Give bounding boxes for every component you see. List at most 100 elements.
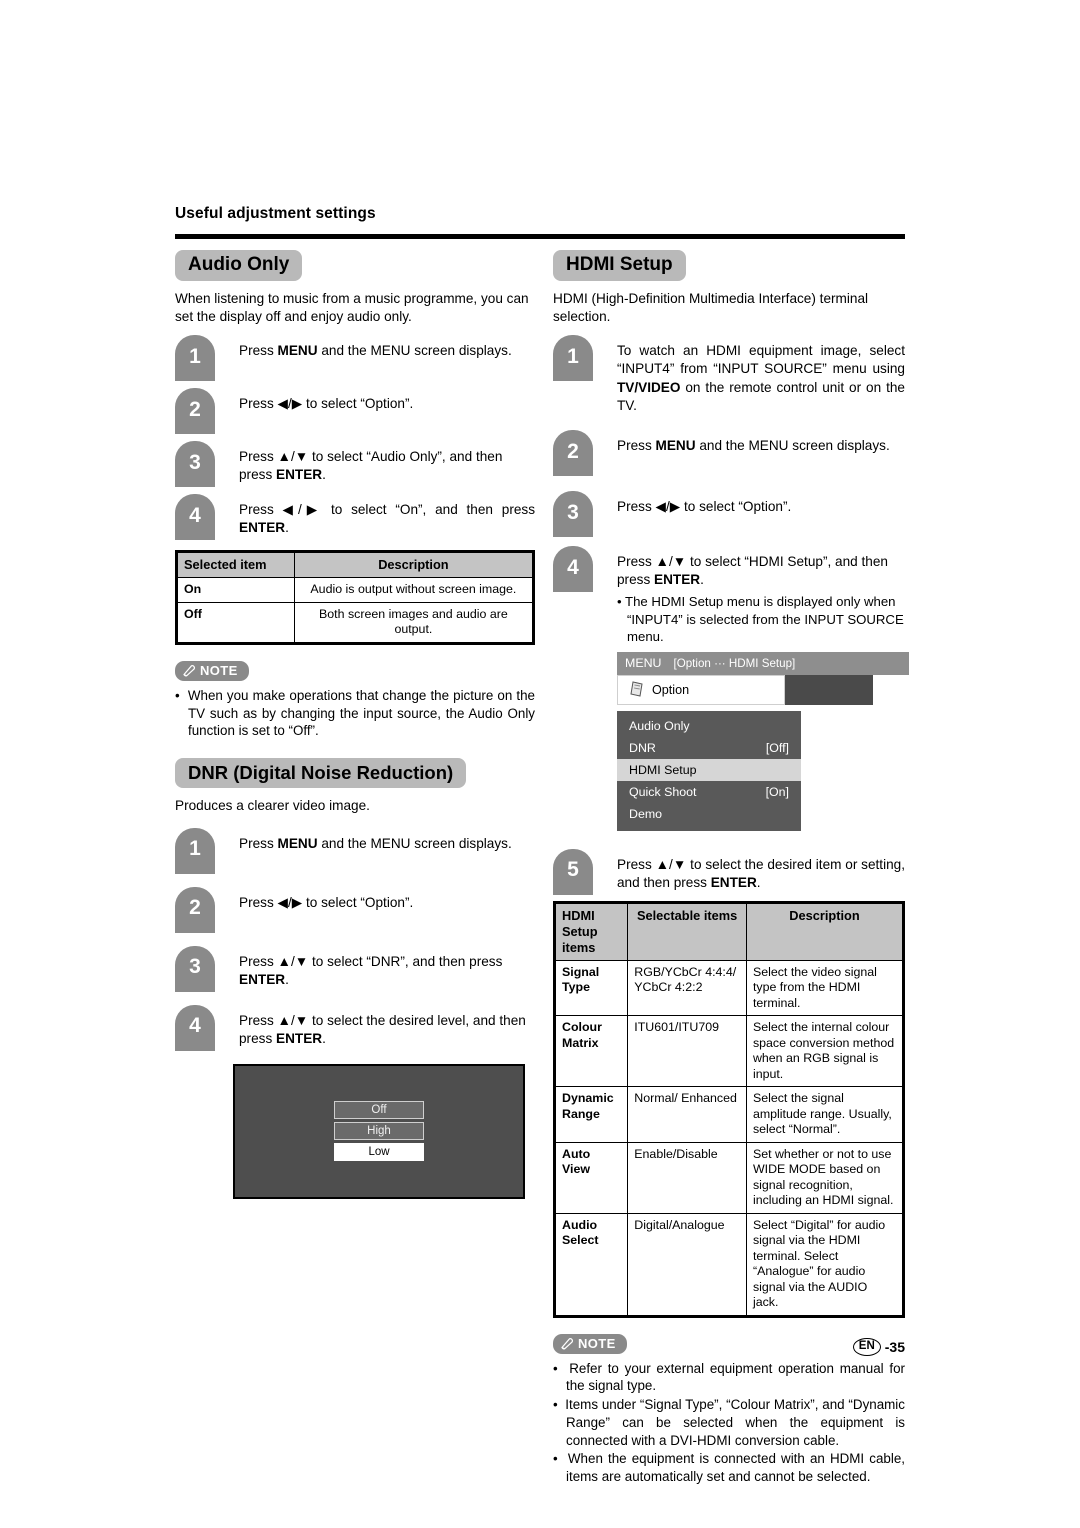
step-number-badge: 4 (553, 546, 593, 593)
table-row: Colour Matrix ITU601/ITU709 Select the i… (553, 1015, 905, 1088)
step-text: Press ▲/▼ to select the desired level, a… (239, 1012, 526, 1046)
section-title-hdmi-setup: HDMI Setup (553, 250, 686, 281)
step-number-badge: 1 (553, 335, 593, 382)
step: 3 Press ◀/▶ to select “Option”. (553, 491, 905, 543)
cell-selectable: Enable/Disable (627, 1141, 747, 1214)
cell-description: Select “Digital” for audio signal via th… (745, 1212, 905, 1317)
menu-item-audio-only[interactable]: Audio Only (617, 715, 801, 737)
menu-item-list: Audio Only DNR [Off] HDMI Setup Quick Sh… (617, 710, 801, 831)
step-text: Press ▲/▼ to select the desired item or … (617, 856, 905, 890)
manual-page: Useful adjustment settings Audio Only Wh… (0, 0, 1080, 1528)
step-text: To watch an HDMI equipment image, select… (617, 343, 905, 413)
column-header: Description (745, 901, 905, 961)
audio-only-steps: 1 Press MENU and the MENU screen display… (175, 335, 535, 544)
language-chip: EN (852, 1338, 881, 1356)
running-head: Useful adjustment settings (175, 205, 376, 222)
step: 2 Press ◀/▶ to select “Option”. (175, 886, 535, 943)
step-number-badge: 4 (175, 494, 215, 541)
step-text: Press ▲/▼ to select “HDMI Setup”, and th… (617, 554, 888, 588)
step: 1 Press MENU and the MENU screen display… (175, 335, 535, 385)
note-audio-only: NOTE When you make operations that chang… (175, 660, 535, 740)
step-number-badge: 1 (175, 335, 215, 382)
note-label: NOTE (578, 1335, 616, 1351)
step: 4 Press ◀/▶ to select “On”, and then pre… (175, 494, 535, 544)
dnr-intro: Produces a clearer video image. (175, 798, 370, 814)
menu-breadcrumb: [Option ··· HDMI Setup] (673, 656, 796, 670)
step: 1 To watch an HDMI equipment image, sele… (553, 335, 905, 427)
cell-selected-item: Off (176, 601, 295, 644)
menu-item-label: DNR (629, 740, 656, 755)
step: 4 Press ▲/▼ to select the desired level,… (175, 1004, 535, 1055)
cell-description: Select the internal colour space convers… (745, 1015, 905, 1088)
note-badge: NOTE (175, 660, 249, 681)
note-label: NOTE (200, 662, 238, 678)
step-text: Press ◀/▶ to select “Option”. (617, 499, 792, 515)
menu-tab-option[interactable]: Option (617, 674, 785, 705)
step-number-badge: 2 (175, 886, 215, 933)
note-item: Refer to your external equipment operati… (553, 1360, 905, 1395)
pencil-icon (561, 1337, 573, 1350)
cell-selectable: RGB/YCbCr 4:4:4/ YCbCr 4:2:2 (627, 959, 747, 1017)
option-tab-icon (630, 681, 643, 697)
pencil-icon (183, 664, 195, 677)
page-number: -35 (884, 1338, 905, 1355)
menu-item-dnr[interactable]: DNR [Off] (617, 737, 801, 759)
menu-item-quick-shoot[interactable]: Quick Shoot [On] (617, 781, 801, 803)
cell-selected-item: On (176, 577, 295, 603)
step: 3 Press ▲/▼ to select “DNR”, and then pr… (175, 945, 535, 1002)
hdmi-setup-intro: HDMI (High-Definition Multimedia Interfa… (553, 290, 869, 325)
table-row: Signal Type RGB/YCbCr 4:4:4/ YCbCr 4:2:2… (553, 959, 905, 1017)
note-badge: NOTE (553, 1333, 627, 1354)
step: 2 Press ◀/▶ to select “Option”. (175, 388, 535, 438)
step-number-badge: 3 (553, 491, 593, 538)
cell-item: Dynamic Range (553, 1086, 629, 1143)
cell-description: Audio is output without screen image. (293, 577, 535, 603)
step-text: Press MENU and the MENU screen displays. (239, 343, 512, 359)
header-divider (175, 234, 905, 239)
menu-item-label: HDMI Setup (629, 762, 697, 777)
step-text: Press MENU and the MENU screen displays. (617, 438, 890, 454)
table-row: Off Both screen images and audio are out… (176, 601, 535, 644)
note-hdmi-setup: NOTE Refer to your external equipment op… (553, 1333, 905, 1486)
step: 4 Press ▲/▼ to select “HDMI Setup”, and … (553, 546, 905, 593)
right-column: HDMI Setup HDMI (High-Definition Multime… (553, 250, 909, 1487)
step: 1 Press MENU and the MENU screen display… (175, 827, 535, 884)
cell-selectable: Normal/ Enhanced (627, 1086, 747, 1143)
audio-only-table: Selected item Description On Audio is ou… (175, 550, 535, 645)
cell-item: Signal Type (553, 959, 629, 1017)
step-number-badge: 5 (553, 848, 593, 895)
note-list: When you make operations that change the… (175, 687, 535, 740)
step-text: Press ▲/▼ to select “DNR”, and then pres… (239, 953, 503, 987)
menu-title: MENU (625, 656, 662, 671)
step-text: Press ◀/▶ to select “Option”. (239, 894, 414, 910)
section-dnr: DNR (Digital Noise Reduction) Produces a… (175, 757, 535, 1199)
menu-tab-blank (785, 674, 873, 705)
step-text: Press ▲/▼ to select “Audio Only”, and th… (239, 449, 503, 483)
hdmi-setup-steps: 1 To watch an HDMI equipment image, sele… (553, 335, 909, 895)
note-item: Items under “Signal Type”, “Colour Matri… (553, 1396, 905, 1449)
table-row: On Audio is output without screen image. (176, 577, 535, 603)
menu-item-demo[interactable]: Demo (617, 803, 801, 825)
menu-item-value: [Off] (765, 740, 789, 755)
section-audio-only: Audio Only When listening to music from … (175, 250, 535, 740)
cell-item: Auto View (553, 1141, 629, 1214)
menu-item-label: Quick Shoot (629, 784, 697, 799)
step-number-badge: 3 (175, 441, 215, 488)
note-item: When you make operations that change the… (175, 687, 535, 740)
table-row: Auto View Enable/Disable Set whether or … (553, 1141, 905, 1214)
step-text: Press ◀/▶ to select “On”, and then press… (239, 502, 535, 536)
cell-item: Audio Select (553, 1212, 629, 1317)
step-text: Press MENU and the MENU screen displays. (239, 835, 512, 851)
step-number-badge: 2 (553, 430, 593, 477)
dnr-option-low[interactable]: Low (334, 1143, 424, 1162)
step-number-badge: 3 (175, 945, 215, 992)
menu-item-label: Audio Only (629, 718, 690, 733)
dnr-option-off[interactable]: Off (334, 1101, 424, 1120)
page-footer: EN -35 (852, 1338, 905, 1356)
note-item: When the equipment is connected with an … (553, 1450, 905, 1485)
dnr-option-high[interactable]: High (334, 1122, 424, 1141)
column-header: Selectable items (627, 901, 747, 961)
step4-note: • The HDMI Setup menu is displayed only … (617, 594, 904, 644)
menu-item-hdmi-setup[interactable]: HDMI Setup (617, 758, 801, 781)
dnr-screenshot: Off High Low (233, 1063, 525, 1199)
